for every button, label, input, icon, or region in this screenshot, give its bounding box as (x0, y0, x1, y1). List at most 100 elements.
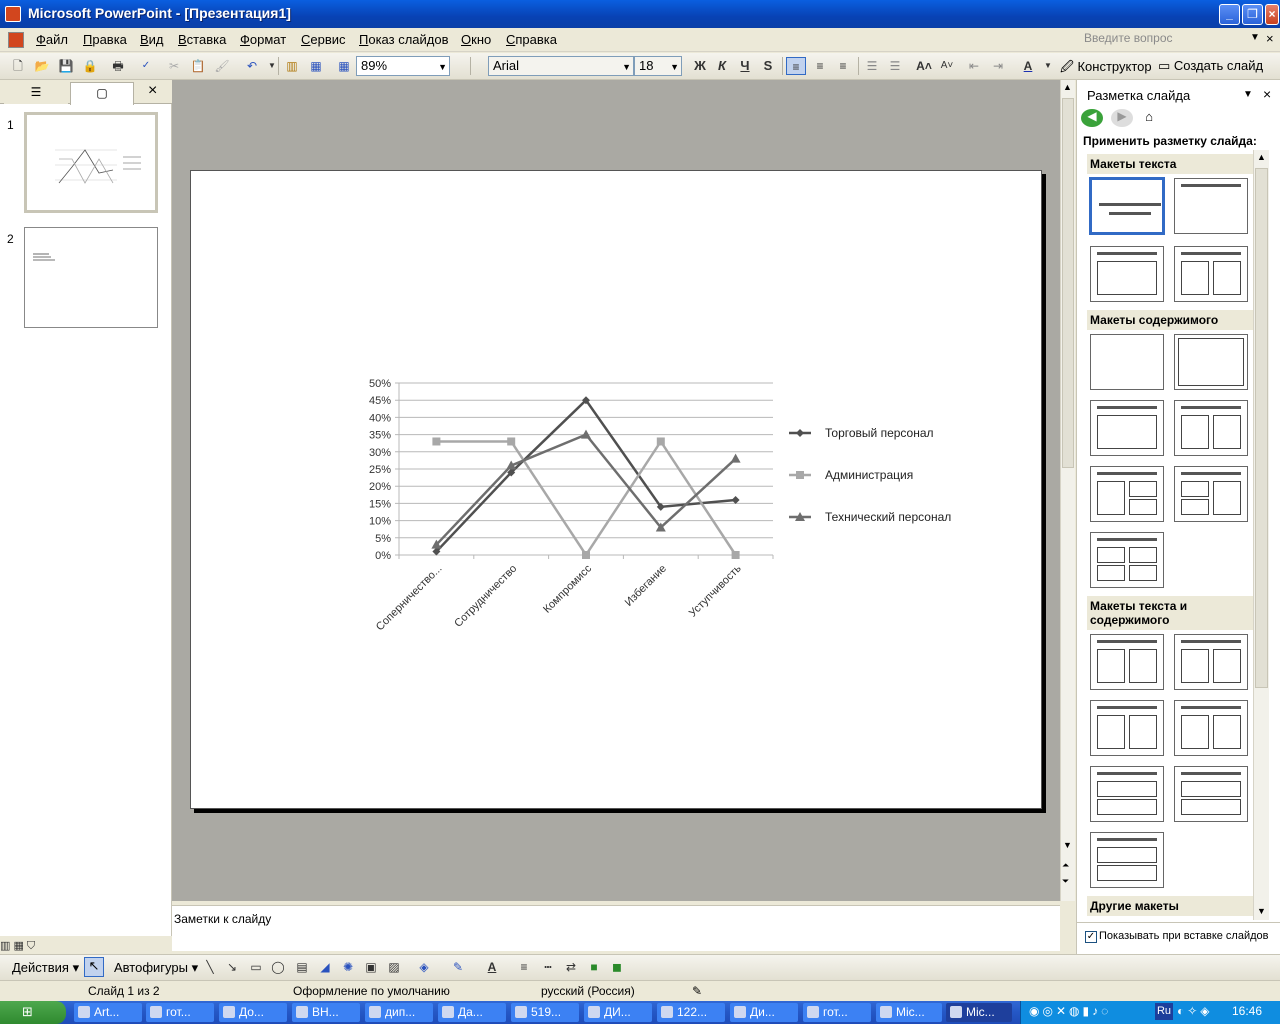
menu-tools[interactable]: Сервис (301, 32, 346, 47)
task-item[interactable]: ДИ... (584, 1003, 652, 1022)
wordart-icon[interactable]: ◢ (315, 958, 335, 976)
task-pane-dropdown-icon[interactable]: ▼ (1243, 89, 1253, 100)
tp-scroll-down-icon[interactable]: ▼ (1257, 906, 1266, 916)
dash-style-icon[interactable]: ┅ (538, 958, 558, 976)
underline-button[interactable]: Ч (735, 57, 755, 75)
language-indicator[interactable]: Ru (1155, 1003, 1173, 1020)
task-item[interactable]: гот... (146, 1003, 214, 1022)
diagram-icon[interactable]: ✺ (338, 958, 358, 976)
cut-icon[interactable]: ✂ (164, 57, 184, 75)
menu-file[interactable]: Файл (36, 32, 68, 47)
increase-font-icon[interactable]: A˄ (914, 57, 934, 75)
menu-insert[interactable]: Вставка (178, 32, 226, 47)
format-painter-icon[interactable]: 🖌 (212, 57, 232, 75)
increase-indent-icon[interactable]: ⇥ (988, 57, 1008, 75)
tp-scroll-thumb[interactable] (1255, 168, 1268, 688)
layout-title-2-content-content[interactable] (1174, 466, 1248, 522)
layout-text-content-6[interactable] (1174, 766, 1248, 822)
scroll-up-icon[interactable]: ▲ (1063, 82, 1072, 92)
ask-question-input[interactable]: Введите вопрос (1080, 31, 1260, 49)
font-size-combo[interactable]: 18 ▼ (634, 56, 682, 76)
vertical-scrollbar[interactable]: ▲ ▼ ⏶ ⏷ (1060, 80, 1075, 901)
undo-dropdown-icon[interactable]: ▼ (262, 57, 282, 75)
document-icon[interactable] (8, 32, 24, 48)
task-pane-close-icon[interactable]: × (1263, 86, 1271, 102)
menu-slide-show[interactable]: Показ слайдов (359, 32, 449, 47)
picture-icon[interactable]: ▨ (384, 958, 404, 976)
start-button[interactable]: ⊞ (0, 1001, 66, 1024)
layout-title-text[interactable] (1090, 246, 1164, 302)
tab-slides[interactable]: ▢ (70, 82, 134, 105)
insert-table-icon[interactable]: ▦ (306, 57, 326, 75)
decrease-font-icon[interactable]: A˅ (937, 57, 957, 75)
print-icon[interactable]: 🖶 (108, 57, 128, 75)
ask-dropdown-icon[interactable]: ▼ (1250, 32, 1260, 43)
3d-style-icon[interactable]: ◼ (607, 958, 627, 976)
grid-icon[interactable]: ▦ (334, 57, 354, 75)
layout-title-slide[interactable] (1089, 177, 1165, 235)
back-icon[interactable]: ◀ (1081, 109, 1103, 127)
close-doc-icon[interactable]: × (1266, 31, 1274, 46)
line-color-icon[interactable]: ✎ (448, 958, 468, 976)
close-button[interactable]: × (1265, 4, 1279, 25)
layout-title-two-content[interactable] (1174, 400, 1248, 456)
decrease-indent-icon[interactable]: ⇤ (964, 57, 984, 75)
drawbar-font-color-icon[interactable]: A (482, 958, 502, 976)
task-item[interactable]: Mic... (876, 1003, 942, 1022)
fill-color-icon[interactable]: ◈ (414, 958, 434, 976)
task-item-active[interactable]: Mic... (946, 1003, 1012, 1022)
home-icon[interactable]: ⌂ (1139, 109, 1159, 127)
task-item[interactable]: Да... (438, 1003, 506, 1022)
oval-icon[interactable]: ◯ (268, 958, 288, 976)
layout-title-only[interactable] (1174, 178, 1248, 234)
save-icon[interactable]: 💾 (56, 57, 76, 75)
select-pointer-icon[interactable]: ↖ (84, 957, 104, 977)
font-name-combo[interactable]: Arial ▼ (488, 56, 634, 76)
scroll-down-icon[interactable]: ▼ (1063, 840, 1072, 850)
slide-thumbnail-2[interactable] (24, 227, 158, 328)
task-item[interactable]: дип... (365, 1003, 433, 1022)
layout-title-two-columns[interactable] (1174, 246, 1248, 302)
menu-view[interactable]: Вид (140, 32, 164, 47)
bullets-icon[interactable]: ☰ (885, 57, 905, 75)
new-slide-button[interactable]: ▭ Создать слайд (1158, 58, 1263, 74)
task-item[interactable]: Art... (74, 1003, 142, 1022)
spelling-icon[interactable]: ✓ (136, 57, 156, 75)
arrow-style-icon[interactable]: ⇄ (561, 958, 581, 976)
task-pane-scrollbar[interactable]: ▲ ▼ (1253, 150, 1269, 920)
tab-outline[interactable]: ☰ (4, 82, 68, 104)
scroll-thumb[interactable] (1062, 98, 1074, 468)
close-pane-icon[interactable]: × (148, 82, 157, 100)
designer-button[interactable]: 🖉 Конструктор (1060, 58, 1152, 80)
paste-icon[interactable]: 📋 (188, 57, 208, 75)
open-icon[interactable]: 📂 (32, 57, 52, 75)
italic-button[interactable]: К (712, 57, 732, 75)
restore-button[interactable]: ❐ (1242, 4, 1263, 25)
undo-icon[interactable]: ↶ (242, 57, 262, 75)
insert-chart-icon[interactable]: ▥ (282, 57, 302, 75)
tray-icons[interactable]: ◉◎✕◍▮♪◌ (1029, 1004, 1111, 1018)
slide-canvas[interactable]: 0% 5% 10% 15% 20% 25% 30% 35% 40% 45% 50% Соперниче… (190, 170, 1042, 809)
forward-icon[interactable]: ▶ (1111, 109, 1133, 127)
bold-button[interactable]: Ж (690, 57, 710, 75)
shadow-button[interactable]: S (758, 57, 778, 75)
layout-text-content-2[interactable] (1174, 634, 1248, 690)
textbox-icon[interactable]: ▤ (292, 958, 312, 976)
task-item[interactable]: До... (219, 1003, 287, 1022)
layout-title-4-content[interactable] (1090, 532, 1164, 588)
zoom-combo[interactable]: 89% ▼ (356, 56, 450, 76)
layout-content[interactable] (1174, 334, 1248, 390)
layout-title-content-2-content[interactable] (1090, 466, 1164, 522)
layout-text-content-7[interactable] (1090, 832, 1164, 888)
actions-menu[interactable]: Действия ▾ (12, 960, 79, 976)
layout-text-content-4[interactable] (1174, 700, 1248, 756)
rectangle-icon[interactable]: ▭ (246, 958, 266, 976)
menu-help[interactable]: Справка (506, 32, 557, 47)
tp-scroll-up-icon[interactable]: ▲ (1257, 152, 1266, 162)
arrow-icon[interactable]: ↘ (222, 958, 242, 976)
task-item[interactable]: 122... (657, 1003, 725, 1022)
menu-window[interactable]: Окно (461, 32, 491, 47)
numbering-icon[interactable]: ☰ (862, 57, 882, 75)
powerpoint-app-icon[interactable] (5, 6, 21, 22)
align-left-icon[interactable]: ≡ (786, 57, 806, 75)
